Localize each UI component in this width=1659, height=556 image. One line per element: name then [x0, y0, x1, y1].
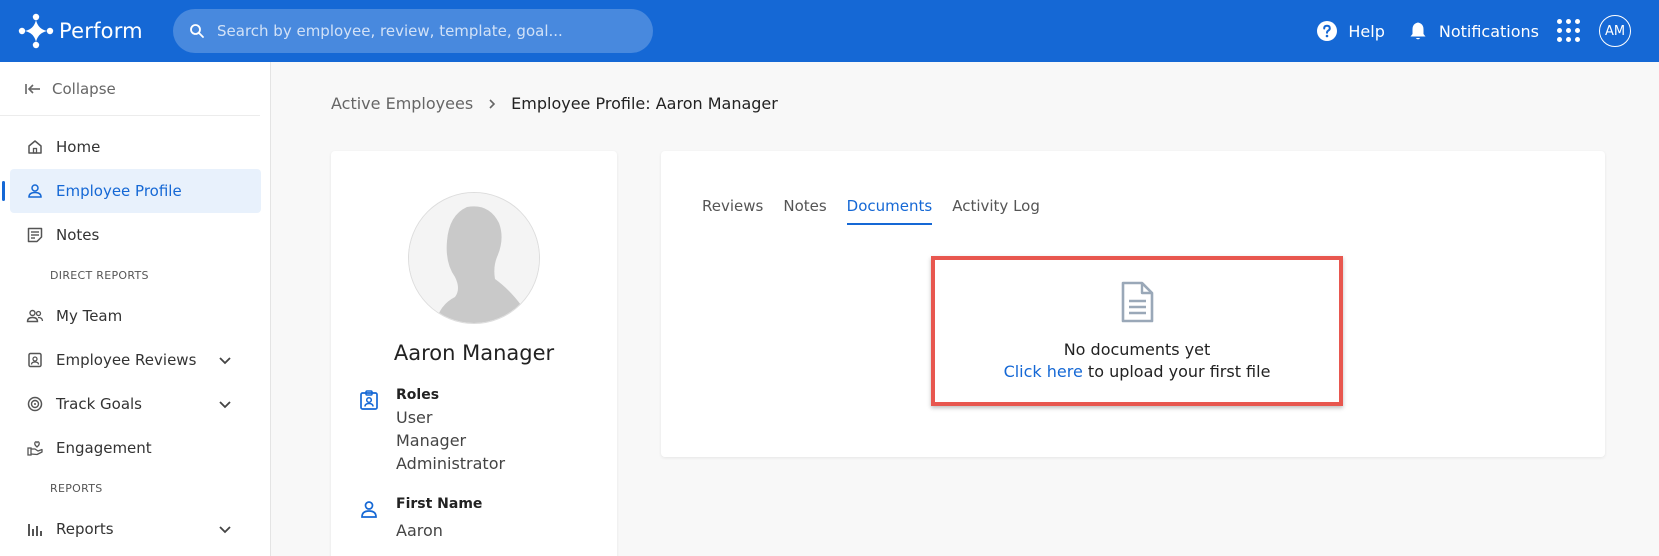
team-icon [26, 309, 44, 323]
tab-notes[interactable]: Notes [783, 197, 826, 225]
help-icon [1317, 21, 1338, 41]
notes-icon [27, 227, 43, 243]
app-logo[interactable]: Perform [17, 12, 167, 50]
chevron-right-icon [489, 98, 496, 109]
sidebar-item-my-team[interactable]: My Team [10, 294, 261, 338]
tab-activity-log[interactable]: Activity Log [952, 197, 1040, 225]
role-administrator: Administrator [396, 454, 506, 473]
person-icon [28, 184, 42, 198]
home-icon [28, 140, 42, 154]
first-name-field: First Name Aaron [358, 496, 482, 542]
review-badge-icon [28, 352, 42, 368]
perform-logo-icon [18, 13, 54, 49]
sidebar-item-label: Employee Profile [56, 182, 182, 200]
chevron-down-icon[interactable] [217, 396, 233, 412]
first-name-value: Aaron [396, 521, 443, 540]
breadcrumb: Active Employees Employee Profile: Aaron… [331, 94, 778, 113]
first-name-label: First Name [396, 496, 483, 512]
sidebar-item-label: My Team [56, 307, 123, 325]
sidebar-item-label: Employee Reviews [56, 351, 197, 369]
sidebar-item-employee-reviews[interactable]: Employee Reviews [10, 338, 261, 382]
role-manager: Manager [396, 431, 467, 450]
bell-icon [1410, 22, 1426, 40]
profile-tabs: Reviews Notes Documents Activity Log [702, 197, 1060, 225]
tab-reviews[interactable]: Reviews [702, 197, 763, 225]
search-bar[interactable] [173, 9, 653, 53]
profile-name: Aaron Manager [393, 341, 555, 365]
help-label: Help [1348, 21, 1385, 41]
roles-field: Roles User Manager Administrator [358, 387, 505, 475]
sidebar-item-label: Notes [56, 226, 100, 244]
documents-empty-state: No documents yet Click here to upload yo… [931, 256, 1343, 406]
collapse-arrow-icon [25, 83, 40, 94]
notifications-button[interactable]: Notifications [1407, 20, 1539, 42]
id-badge-icon [360, 390, 378, 410]
target-icon [27, 396, 43, 412]
chevron-down-icon[interactable] [217, 521, 233, 537]
chevron-down-icon[interactable] [217, 352, 233, 368]
empty-state-message: Click here to upload your first file [1004, 362, 1271, 381]
breadcrumb-current: Employee Profile: Aaron Manager [511, 94, 778, 113]
engagement-icon [27, 441, 43, 456]
collapse-label: Collapse [52, 79, 116, 98]
person-silhouette-icon [409, 193, 539, 323]
sidebar-item-reports[interactable]: Reports [10, 507, 261, 551]
profile-photo [408, 192, 540, 324]
breadcrumb-active-employees[interactable]: Active Employees [331, 94, 473, 113]
documents-card: Reviews Notes Documents Activity Log No … [661, 151, 1605, 457]
user-avatar[interactable]: AM [1599, 15, 1631, 47]
profile-card: Aaron Manager Roles User Manager Adminis… [331, 151, 617, 556]
tab-documents[interactable]: Documents [846, 197, 933, 225]
upload-message: to upload your first file [1082, 362, 1271, 381]
sidebar-item-track-goals[interactable]: Track Goals [10, 382, 261, 426]
roles-label: Roles [396, 387, 440, 403]
search-input[interactable] [217, 22, 637, 40]
collapse-button[interactable]: Collapse [0, 62, 260, 116]
role-user: User [396, 408, 433, 427]
sidebar-item-engagement[interactable]: Engagement [10, 426, 261, 470]
document-icon [1121, 281, 1154, 323]
section-label-reports: REPORTS [50, 482, 103, 495]
sidebar: Collapse Home Employee Profile Notes DIR… [0, 62, 271, 556]
sidebar-item-label: Track Goals [56, 395, 142, 413]
help-button[interactable]: Help [1316, 20, 1385, 42]
notifications-label: Notifications [1438, 21, 1539, 41]
search-icon [190, 24, 204, 38]
sidebar-item-label: Reports [56, 520, 114, 538]
sidebar-item-employee-profile[interactable]: Employee Profile [2, 169, 261, 213]
person-icon [361, 501, 377, 518]
top-bar: Perform Help Notifications AM [0, 0, 1659, 62]
sidebar-item-home[interactable]: Home [10, 125, 261, 169]
empty-state-title: No documents yet [1063, 340, 1211, 359]
bar-chart-icon [28, 524, 42, 536]
sidebar-item-label: Home [56, 138, 101, 156]
section-label-direct-reports: DIRECT REPORTS [50, 269, 149, 282]
app-name: Perform [59, 19, 143, 43]
sidebar-item-notes[interactable]: Notes [10, 213, 261, 257]
sidebar-item-label: Engagement [56, 439, 152, 457]
upload-link[interactable]: Click here [1004, 362, 1083, 381]
apps-grid-icon[interactable] [1557, 19, 1581, 43]
